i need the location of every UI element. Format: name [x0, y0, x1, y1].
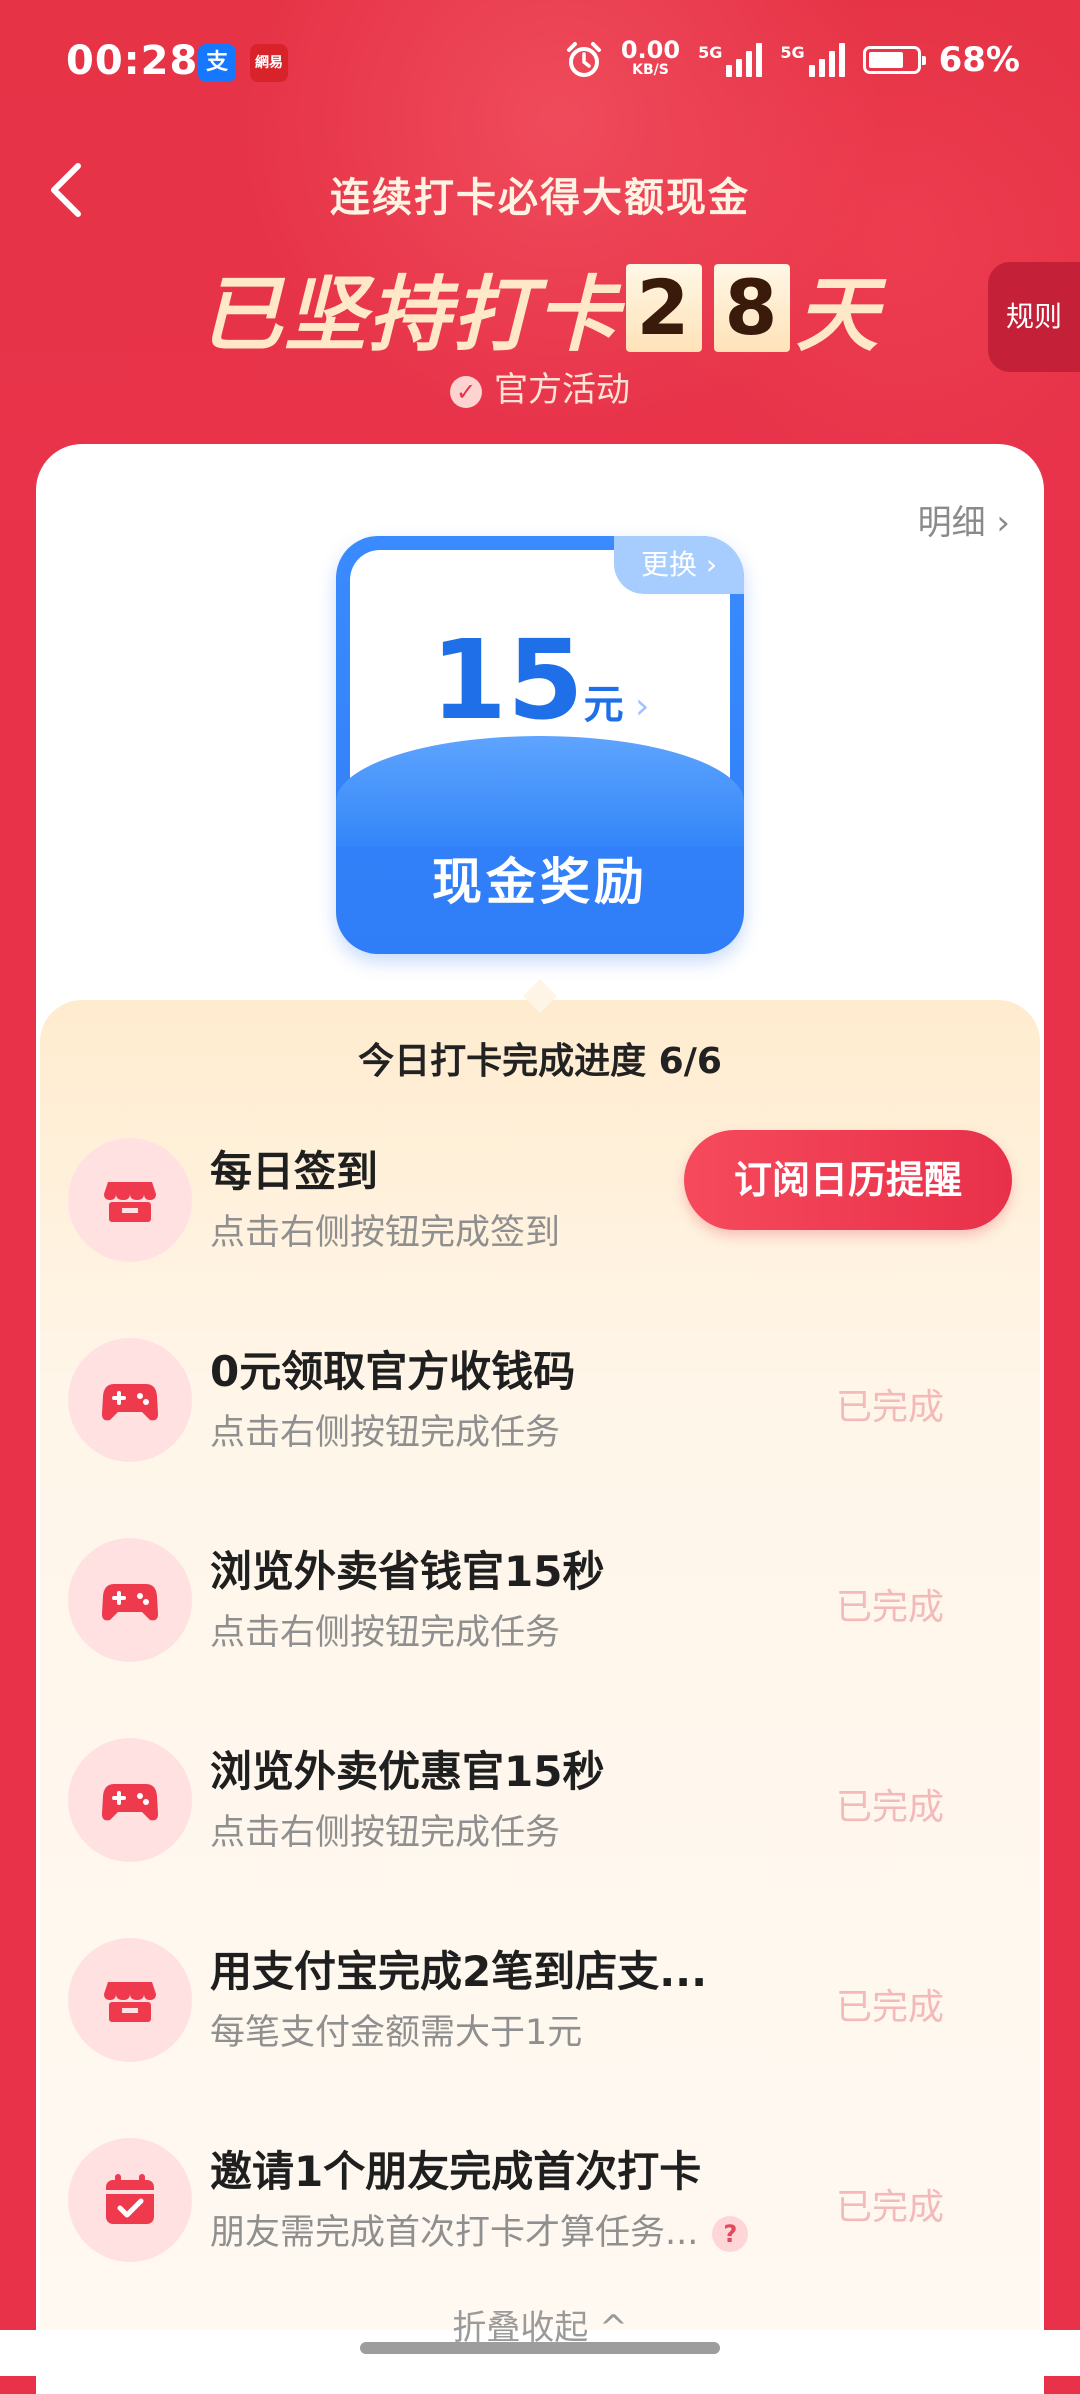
progress-title: 今日打卡完成进度 6/6: [358, 1041, 722, 1082]
gamepad-icon: [68, 1338, 192, 1462]
shop-icon: [68, 1938, 192, 2062]
streak-prefix: 已坚持打卡: [200, 268, 620, 363]
gamepad-icon: [68, 1538, 192, 1662]
task-status-completed: 已完成: [835, 1387, 944, 1428]
streak-digit-tens: 2: [626, 263, 702, 352]
signal-sim1-icon: 5G: [698, 43, 763, 77]
task-title: 每日签到: [210, 1147, 379, 1196]
network-speed: 0.00 KB/S: [620, 36, 681, 78]
task-title: 0元领取官方收钱码: [210, 1347, 576, 1396]
signal-sim2-icon: 5G: [780, 43, 845, 77]
netease-notification-icon: 網易: [250, 44, 288, 82]
task-status-completed: 已完成: [835, 1787, 944, 1828]
streak-suffix: 天: [796, 268, 880, 363]
task-invite-friend: 邀请1个朋友完成首次打卡 朋友需完成首次打卡才算任务...? 已完成: [68, 2118, 1012, 2278]
reward-amount: 15元 ›: [336, 616, 744, 744]
chevron-right-icon: ›: [996, 503, 1010, 543]
status-indicators: 0.00 KB/S 5G 5G 68%: [565, 36, 1020, 80]
task-browse-takeout-saver: 浏览外卖省钱官15秒 点击右侧按钮完成任务 已完成: [68, 1518, 1012, 1678]
reward-label: 现金奖励: [432, 853, 648, 911]
task-title: 浏览外卖省钱官15秒: [210, 1547, 605, 1596]
gamepad-icon: [68, 1738, 192, 1862]
alarm-icon: [566, 42, 601, 77]
cash-reward-card[interactable]: 15元 › 现金奖励 更换 ›: [336, 536, 744, 954]
check-circle-icon: ✓: [450, 375, 482, 408]
task-subtitle: 每笔支付金额需大于1元: [210, 2013, 583, 2053]
streak-digit-ones: 8: [714, 263, 790, 352]
task-title: 浏览外卖优惠官15秒: [210, 1747, 605, 1796]
task-subtitle: 点击右侧按钮完成任务: [210, 1413, 561, 1453]
details-label: 明细: [917, 503, 986, 543]
battery-percent: 68%: [938, 40, 1020, 80]
task-browse-takeout-deals: 浏览外卖优惠官15秒 点击右侧按钮完成任务 已完成: [68, 1718, 1012, 1878]
task-status-completed: 已完成: [835, 1987, 944, 2028]
task-status-completed: 已完成: [835, 1587, 944, 1628]
subscribe-calendar-button[interactable]: 订阅日历提醒: [684, 1130, 1012, 1230]
reward-amount-unit: 元: [583, 682, 624, 728]
details-link[interactable]: 明细 ›: [918, 495, 1010, 544]
official-label: 官方活动: [494, 370, 630, 410]
calendar-check-icon: [68, 2138, 192, 2262]
rules-tab[interactable]: 规则: [988, 262, 1080, 372]
task-subtitle: 点击右侧按钮完成任务: [210, 1613, 561, 1653]
task-title: 用支付宝完成2笔到店支...: [210, 1947, 708, 1996]
status-time: 00:28: [66, 38, 199, 84]
streak-counter: 已坚持打卡 2 8 天: [0, 248, 1080, 367]
help-icon[interactable]: ?: [712, 2216, 749, 2252]
official-activity-badge: ✓ 官方活动: [0, 362, 1080, 411]
task-subtitle: 点击右侧按钮完成任务: [210, 1813, 561, 1853]
status-bar: 00:28 支 網易 0.00 KB/S 5G 5G 68%: [0, 0, 1080, 130]
task-status-completed: 已完成: [835, 2187, 944, 2228]
chevron-right-icon: ›: [623, 686, 650, 727]
shop-icon: [68, 1138, 192, 1262]
battery-icon: [862, 46, 926, 74]
alipay-notification-icon: 支: [198, 44, 236, 82]
home-indicator[interactable]: [360, 2342, 720, 2354]
task-alipay-store-payments: 用支付宝完成2笔到店支... 每笔支付金额需大于1元 已完成: [68, 1918, 1012, 2078]
page-subtitle: 连续打卡必得大额现金: [330, 175, 750, 221]
task-title: 邀请1个朋友完成首次打卡: [210, 2147, 702, 2196]
task-subtitle: 朋友需完成首次打卡才算任务...?: [210, 2204, 749, 2255]
task-subtitle: 点击右侧按钮完成签到: [210, 1213, 561, 1253]
task-collect-qr: 0元领取官方收钱码 点击右侧按钮完成任务 已完成: [68, 1318, 1012, 1478]
task-daily-checkin: 每日签到 点击右侧按钮完成签到 订阅日历提醒: [68, 1118, 1012, 1278]
swap-reward-button[interactable]: 更换 ›: [614, 536, 744, 594]
reward-amount-value: 15: [430, 616, 584, 744]
